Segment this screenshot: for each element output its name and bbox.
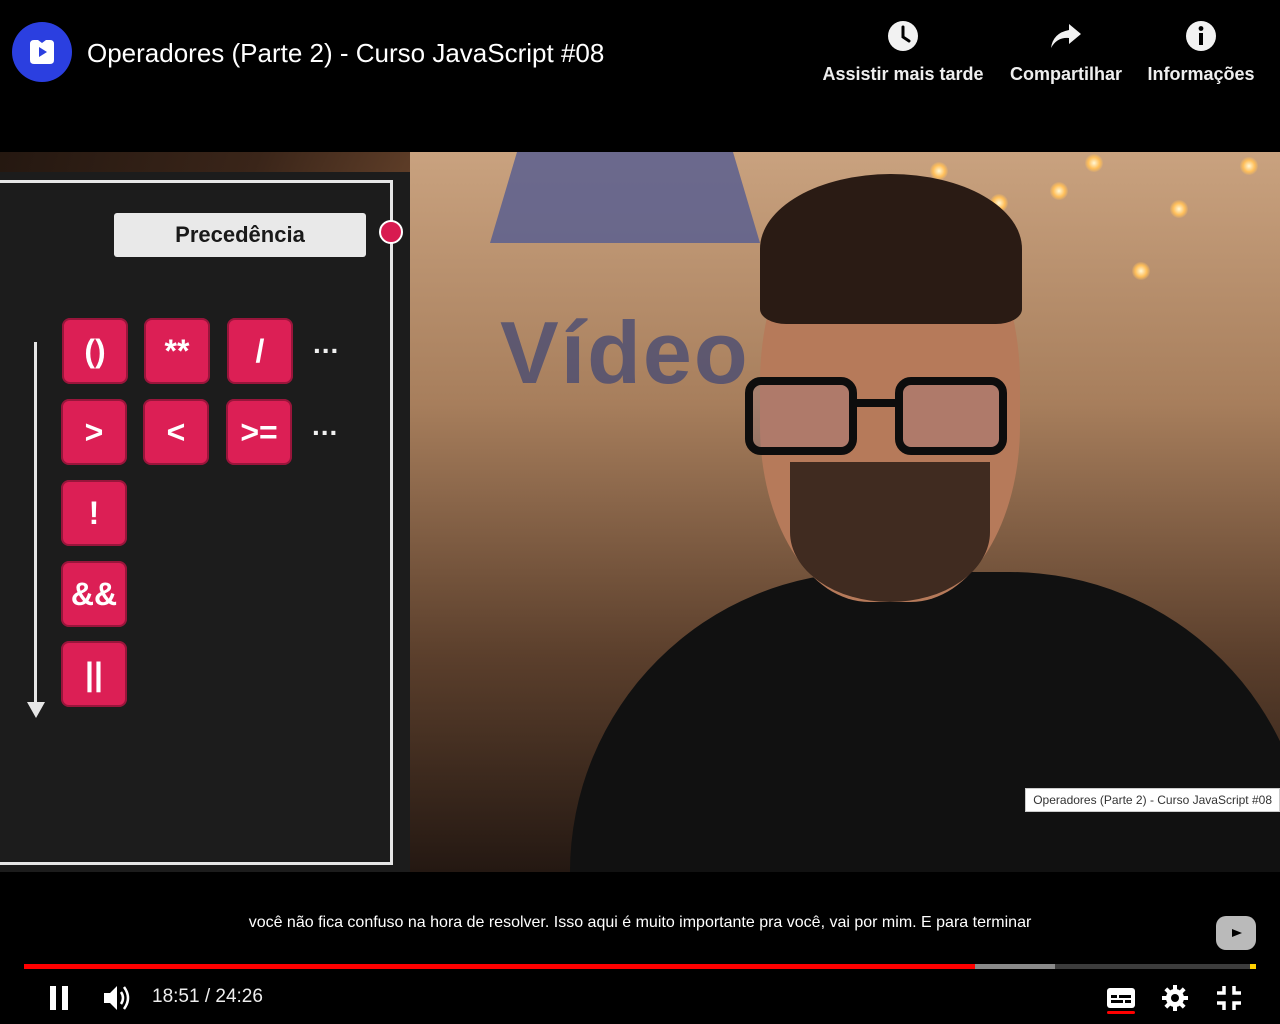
operator-row2-ellipsis: ... xyxy=(312,410,339,441)
presenter-hair xyxy=(760,174,1022,324)
time-display: 18:51 / 24:26 xyxy=(152,986,263,1008)
progress-end-marker xyxy=(1250,964,1256,969)
operator-parentheses: () xyxy=(62,318,128,384)
operator-exponent: ** xyxy=(144,318,210,384)
pause-button[interactable] xyxy=(41,980,77,1016)
panel-dot xyxy=(379,220,403,244)
pause-icon xyxy=(50,986,68,1010)
watch-later-label: Assistir mais tarde xyxy=(822,64,984,84)
exit-fullscreen-icon xyxy=(1217,986,1241,1010)
presenter-beard xyxy=(790,462,990,602)
clock-icon xyxy=(885,18,921,54)
panel-title: Precedência xyxy=(114,213,366,257)
share-button[interactable]: Compartilhar xyxy=(1007,18,1125,85)
gear-icon xyxy=(1162,985,1188,1011)
operator-row1-ellipsis: ... xyxy=(313,328,340,359)
subtitles-active-indicator xyxy=(1107,1011,1135,1014)
duration: 24:26 xyxy=(215,986,263,1007)
time-separator: / xyxy=(204,986,211,1007)
video-watermark: Operadores (Parte 2) - Curso JavaScript … xyxy=(1025,788,1280,812)
subtitles-icon xyxy=(1107,988,1135,1008)
share-arrow-icon xyxy=(1048,18,1084,54)
operator-greater-than: > xyxy=(61,399,127,465)
exit-fullscreen-button[interactable] xyxy=(1211,980,1247,1016)
operator-greater-equal: >= xyxy=(226,399,292,465)
info-label: Informações xyxy=(1147,64,1255,84)
operator-and: && xyxy=(61,561,127,627)
settings-button[interactable] xyxy=(1157,980,1193,1016)
watch-later-button[interactable]: Assistir mais tarde xyxy=(819,18,987,85)
current-time: 18:51 xyxy=(152,986,200,1007)
progress-bar[interactable] xyxy=(24,964,1256,969)
volume-icon xyxy=(104,986,130,1010)
operator-less-than: < xyxy=(143,399,209,465)
video-frame[interactable]: Vídeo Precedência () ** / ... > < >= ...… xyxy=(0,152,1280,872)
channel-logo[interactable] xyxy=(12,22,72,82)
share-label: Compartilhar xyxy=(1009,64,1123,84)
info-button[interactable]: Informações xyxy=(1144,18,1258,85)
precedence-panel: Precedência () ** / ... > < >= ... ! && … xyxy=(0,172,410,872)
channel-watermark-logo-icon[interactable] xyxy=(1216,916,1256,950)
volume-button[interactable] xyxy=(100,980,136,1016)
video-title[interactable]: Operadores (Parte 2) - Curso JavaScript … xyxy=(87,38,604,69)
subtitle-caption: você não fica confuso na hora de resolve… xyxy=(248,914,1032,931)
operator-not: ! xyxy=(61,480,127,546)
channel-play-logo-icon xyxy=(30,40,54,64)
precedence-arrow-line xyxy=(34,342,37,704)
operator-division: / xyxy=(227,318,293,384)
presenter-glasses xyxy=(745,377,1015,457)
arrow-down-icon xyxy=(27,702,45,718)
panel-frame xyxy=(0,180,393,865)
info-icon xyxy=(1183,18,1219,54)
progress-played xyxy=(24,964,976,969)
operator-or: || xyxy=(61,641,127,707)
background-logo-word: Vídeo xyxy=(500,303,750,402)
